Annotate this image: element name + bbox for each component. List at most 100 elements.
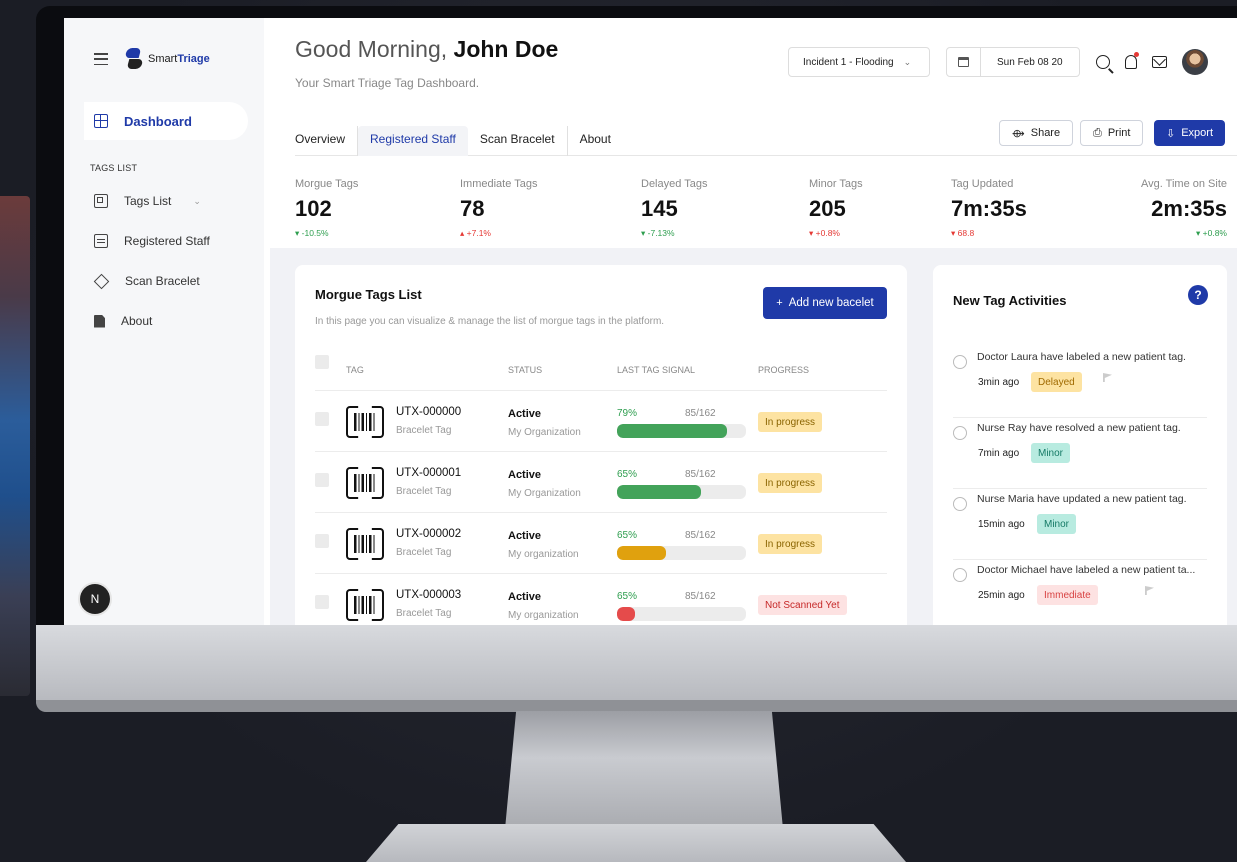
page-subtitle: Your Smart Triage Tag Dashboard. <box>295 76 480 90</box>
status-value: Active <box>508 591 542 603</box>
activity-item[interactable]: Doctor Laura have labeled a new patient … <box>953 347 1207 418</box>
stat-label: Minor Tags <box>809 178 863 190</box>
search-icon[interactable] <box>1096 55 1110 69</box>
card-subtitle: In this page you can visualize & manage … <box>315 316 665 327</box>
table-row[interactable]: UTX-000003 Bracelet Tag Active My organizat… <box>315 574 887 625</box>
printer-icon: ⎙ <box>1093 126 1102 139</box>
radio-icon[interactable] <box>953 426 967 440</box>
export-button[interactable]: ⇩ Export <box>1154 120 1226 146</box>
activity-item[interactable]: Nurse Ray have resolved a new patient ta… <box>953 418 1207 489</box>
organization-name: My organization <box>508 549 579 560</box>
chevron-down-icon: ⌄ <box>193 195 201 206</box>
signal-count: 85/162 <box>685 530 716 541</box>
radio-icon[interactable] <box>953 355 967 369</box>
signal-progress-fill <box>617 485 701 499</box>
add-bracelet-button[interactable]: + Add new bacelet <box>763 287 887 319</box>
barcode-icon <box>346 406 384 438</box>
export-icon: ⇩ <box>1166 127 1176 140</box>
tab-overview[interactable]: Overview <box>295 126 359 156</box>
stat-delayed-tags: Delayed Tags 145 ▾ -7.13% <box>641 178 707 239</box>
incident-select[interactable]: Incident 1 - Flooding ⌄ <box>788 47 930 77</box>
activity-tag: Delayed <box>1031 372 1082 392</box>
plus-icon: + <box>776 297 783 309</box>
organization-name: My organization <box>508 610 579 621</box>
calendar-icon <box>947 48 981 76</box>
sidebar-item-registered-staff[interactable]: Registered Staff <box>94 234 210 248</box>
stat-label: Immediate Tags <box>460 178 538 190</box>
section-caption: TAGS LIST <box>90 163 138 173</box>
sidebar-item-about[interactable]: About <box>94 314 152 328</box>
incident-select-value: Incident 1 - Flooding <box>803 56 894 68</box>
monitor-chin <box>36 625 1237 711</box>
document-icon <box>94 314 105 328</box>
print-button[interactable]: ⎙ Print <box>1080 120 1144 146</box>
row-checkbox[interactable] <box>315 534 329 548</box>
stat-change: ▴ +7.1% <box>460 228 491 238</box>
activity-item[interactable]: Doctor Michael have labeled a new patien… <box>953 560 1207 625</box>
sidebar-item-dashboard[interactable]: Dashboard <box>84 102 248 140</box>
sidebar-item-label: Dashboard <box>124 113 192 129</box>
smarttriage-logo-icon <box>124 48 144 70</box>
tab-about[interactable]: About <box>580 126 611 156</box>
radio-icon[interactable] <box>953 568 967 582</box>
status-value: Active <box>508 408 542 420</box>
stat-label: Avg. Time on Site <box>1140 178 1227 190</box>
stat-value: 7m:35s <box>951 196 1027 221</box>
stat-value: 78 <box>460 196 485 221</box>
signal-progress-fill <box>617 424 727 438</box>
stat-label: Tag Updated <box>951 178 1014 190</box>
menu-icon[interactable] <box>94 53 108 65</box>
stat-tag-updated: Tag Updated 7m:35s ▾ 68.8 <box>951 178 1027 239</box>
activity-card: New Tag Activities ? Doctor Laura have l… <box>933 265 1227 625</box>
activity-time: 25min ago <box>978 590 1025 601</box>
stat-change: ▾ +0.8% <box>1196 228 1227 238</box>
framework-badge[interactable]: N <box>80 584 110 614</box>
status-badge: In progress <box>758 534 823 554</box>
stat-label: Morgue Tags <box>295 178 359 190</box>
select-all-checkbox[interactable] <box>315 355 329 369</box>
monitor-chin-shadow <box>36 700 1237 712</box>
tab-registered-staff[interactable]: Registered Staff <box>358 126 468 156</box>
flag-icon[interactable] <box>1145 586 1154 595</box>
brand-row: SmartTriage <box>94 48 210 70</box>
tag-code: UTX-000001 <box>396 467 462 479</box>
page-title: Good Morning, John Doe <box>295 36 559 62</box>
table-row[interactable]: UTX-000000 Bracelet Tag Active My Organizat… <box>315 391 887 452</box>
bell-icon[interactable] <box>1125 52 1139 69</box>
sidebar-item-tags-list[interactable]: Tags List ⌄ <box>94 194 201 208</box>
table-row[interactable]: UTX-000001 Bracelet Tag Active My Organizat… <box>315 452 887 513</box>
activity-time: 3min ago <box>978 377 1020 388</box>
activity-item[interactable]: Nurse Maria have updated a new patient t… <box>953 489 1207 560</box>
signal-percent: 65% <box>617 469 638 480</box>
table-row[interactable]: UTX-000002 Bracelet Tag Active My organizat… <box>315 513 887 574</box>
tab-scan-bracelet[interactable]: Scan Bracelet <box>480 126 568 156</box>
radio-icon[interactable] <box>953 497 967 511</box>
signal-progress-fill <box>617 607 636 621</box>
status-value: Active <box>508 469 542 481</box>
help-icon[interactable]: ? <box>1188 285 1208 305</box>
stat-immediate-tags: Immediate Tags 78 ▴ +7.1% <box>460 178 537 239</box>
share-button[interactable]: ⟴ Share <box>999 120 1074 146</box>
column-header-last-signal: LAST TAG SIGNAL <box>617 365 696 375</box>
status-badge: Not Scanned Yet <box>758 595 847 615</box>
avatar[interactable] <box>1182 49 1208 75</box>
flag-icon[interactable] <box>1103 373 1112 382</box>
stat-label: Delayed Tags <box>641 178 708 190</box>
row-checkbox[interactable] <box>315 412 329 426</box>
signal-progress-bar <box>617 424 746 438</box>
date-picker[interactable]: Sun Feb 08 20 <box>946 47 1080 77</box>
organization-name: My Organization <box>508 488 581 499</box>
row-checkbox[interactable] <box>315 595 329 609</box>
signal-percent: 65% <box>617 530 638 541</box>
mail-icon[interactable] <box>1152 56 1167 68</box>
activity-message: Nurse Maria have updated a new patient t… <box>977 493 1187 505</box>
stat-minor-tags: Minor Tags 205 ▾ +0.8% <box>809 178 863 239</box>
sidebar-item-scan-bracelet[interactable]: Scan Bracelet <box>93 273 200 289</box>
monitor-stand <box>505 711 783 829</box>
row-checkbox[interactable] <box>315 473 329 487</box>
tag-code: UTX-000003 <box>396 589 462 601</box>
table-header: TAG STATUS LAST TAG SIGNAL PROGRESS <box>315 355 887 391</box>
column-header-progress: PROGRESS <box>758 365 810 375</box>
morgue-tags-card: Morgue Tags List In this page you can vi… <box>295 265 907 625</box>
signal-progress-bar <box>617 485 746 499</box>
